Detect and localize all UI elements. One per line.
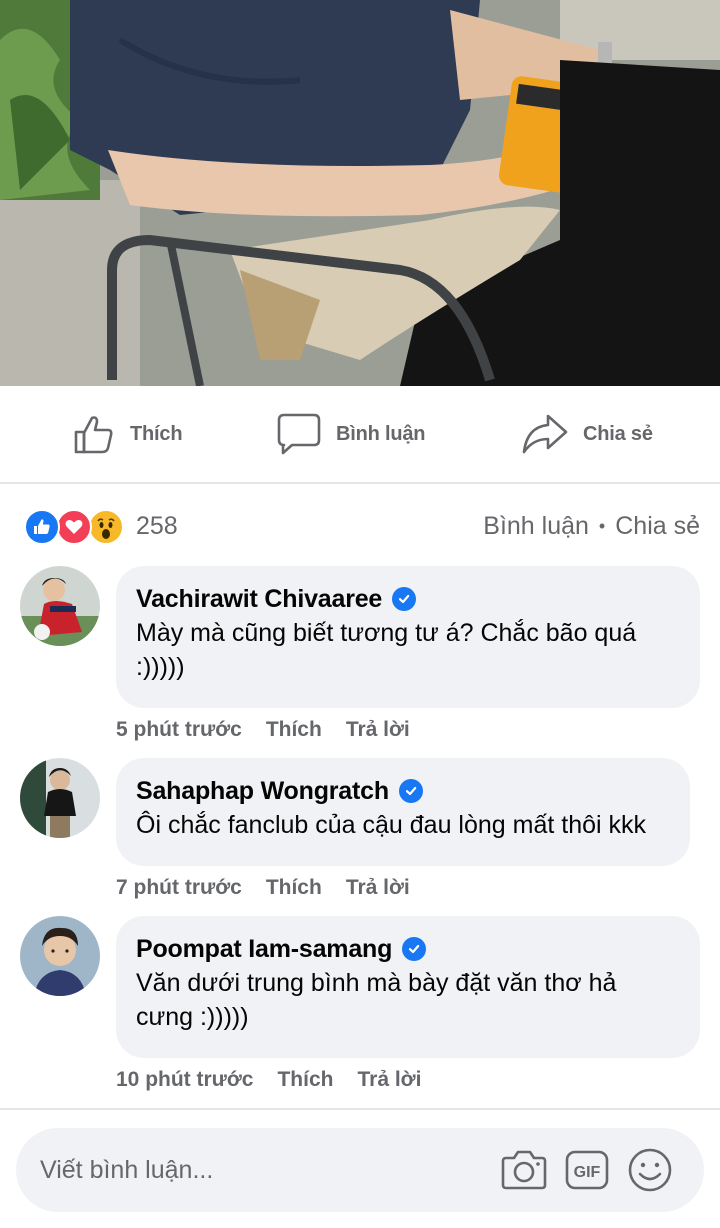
camera-icon: [501, 1150, 547, 1190]
comment-timestamp[interactable]: 5 phút trước: [116, 718, 242, 742]
reactions-summary: 258 Bình luận • Chia sẻ: [0, 486, 720, 568]
comment-timestamp[interactable]: 7 phút trước: [116, 876, 242, 900]
comment-bubble: Sahaphap Wongratch Ôi chắc fanclub của c…: [116, 758, 690, 866]
wow-reaction-icon: [88, 509, 124, 545]
comment-actions: 10 phút trước Thích Trả lời: [116, 1068, 421, 1092]
share-button[interactable]: Chia sẻ: [521, 411, 653, 457]
comment-actions: 7 phút trước Thích Trả lời: [116, 876, 410, 900]
comments-link[interactable]: Bình luận: [483, 512, 589, 541]
comment-reply-button[interactable]: Trả lời: [346, 876, 410, 900]
author-name[interactable]: Sahaphap Wongratch: [136, 776, 389, 806]
shares-link[interactable]: Chia sẻ: [615, 512, 700, 541]
share-arrow-icon: [522, 414, 568, 454]
comment-bubble: Poompat Iam-samang Văn dưới trung bình m…: [116, 916, 700, 1058]
comment-text: Văn dưới trung bình mà bày đặt văn thơ h…: [136, 969, 617, 1031]
comment-like-button[interactable]: Thích: [277, 1068, 333, 1092]
comment-button[interactable]: Bình luận: [276, 411, 426, 457]
post-action-bar: Thích Bình luận Chia sẻ: [0, 386, 720, 484]
post-photo-illustration: [0, 0, 720, 386]
love-reaction-icon: [56, 509, 92, 545]
engagement-links: Bình luận • Chia sẻ: [483, 512, 700, 541]
author-name[interactable]: Vachirawit Chivaaree: [136, 584, 382, 614]
share-label: Chia sẻ: [583, 422, 653, 445]
emoji-button[interactable]: [626, 1146, 674, 1194]
thumbs-up-icon: [74, 416, 113, 454]
verified-badge-icon: [392, 587, 417, 611]
gif-label: GIF: [574, 1164, 601, 1181]
comment-bubble: Vachirawit Chivaaree Mày mà cũng biết tư…: [116, 566, 700, 708]
like-button[interactable]: Thích: [72, 411, 183, 457]
comment-author: Poompat Iam-samang: [136, 934, 680, 964]
comment-author: Sahaphap Wongratch: [136, 776, 670, 806]
smiley-icon: [628, 1148, 672, 1192]
composer-divider: [0, 1108, 720, 1110]
comment-timestamp[interactable]: 10 phút trước: [116, 1068, 253, 1092]
like-label: Thích: [130, 422, 183, 445]
comment-actions: 5 phút trước Thích Trả lời: [116, 718, 410, 742]
comment-label: Bình luận: [336, 422, 426, 445]
verified-badge-icon: [398, 779, 423, 803]
comment-reply-button[interactable]: Trả lời: [357, 1068, 421, 1092]
verified-badge-icon: [402, 937, 427, 961]
speech-bubble-icon: [277, 413, 321, 455]
gif-icon: GIF: [565, 1150, 609, 1190]
post-photo[interactable]: [0, 0, 720, 386]
avatar[interactable]: [20, 758, 100, 838]
comment-reply-button[interactable]: Trả lời: [346, 718, 410, 742]
avatar[interactable]: [20, 916, 100, 996]
camera-button[interactable]: [500, 1146, 548, 1194]
comment-text: Ôi chắc fanclub của cậu đau lòng mất thô…: [136, 811, 647, 839]
comment-like-button[interactable]: Thích: [266, 876, 322, 900]
comment-input[interactable]: Viết bình luận...: [40, 1128, 480, 1212]
author-name[interactable]: Poompat Iam-samang: [136, 934, 392, 964]
separator-dot: •: [598, 516, 606, 536]
reaction-icons[interactable]: [24, 509, 128, 547]
like-reaction-icon: [24, 509, 60, 545]
comment-like-button[interactable]: Thích: [266, 718, 322, 742]
reaction-count[interactable]: 258: [136, 512, 178, 541]
gif-button[interactable]: GIF: [563, 1146, 611, 1194]
comment-author: Vachirawit Chivaaree: [136, 584, 680, 614]
comment-text: Mày mà cũng biết tương tư á? Chắc bão qu…: [136, 619, 637, 681]
avatar[interactable]: [20, 566, 100, 646]
comment-composer[interactable]: Viết bình luận... GIF: [16, 1128, 704, 1212]
